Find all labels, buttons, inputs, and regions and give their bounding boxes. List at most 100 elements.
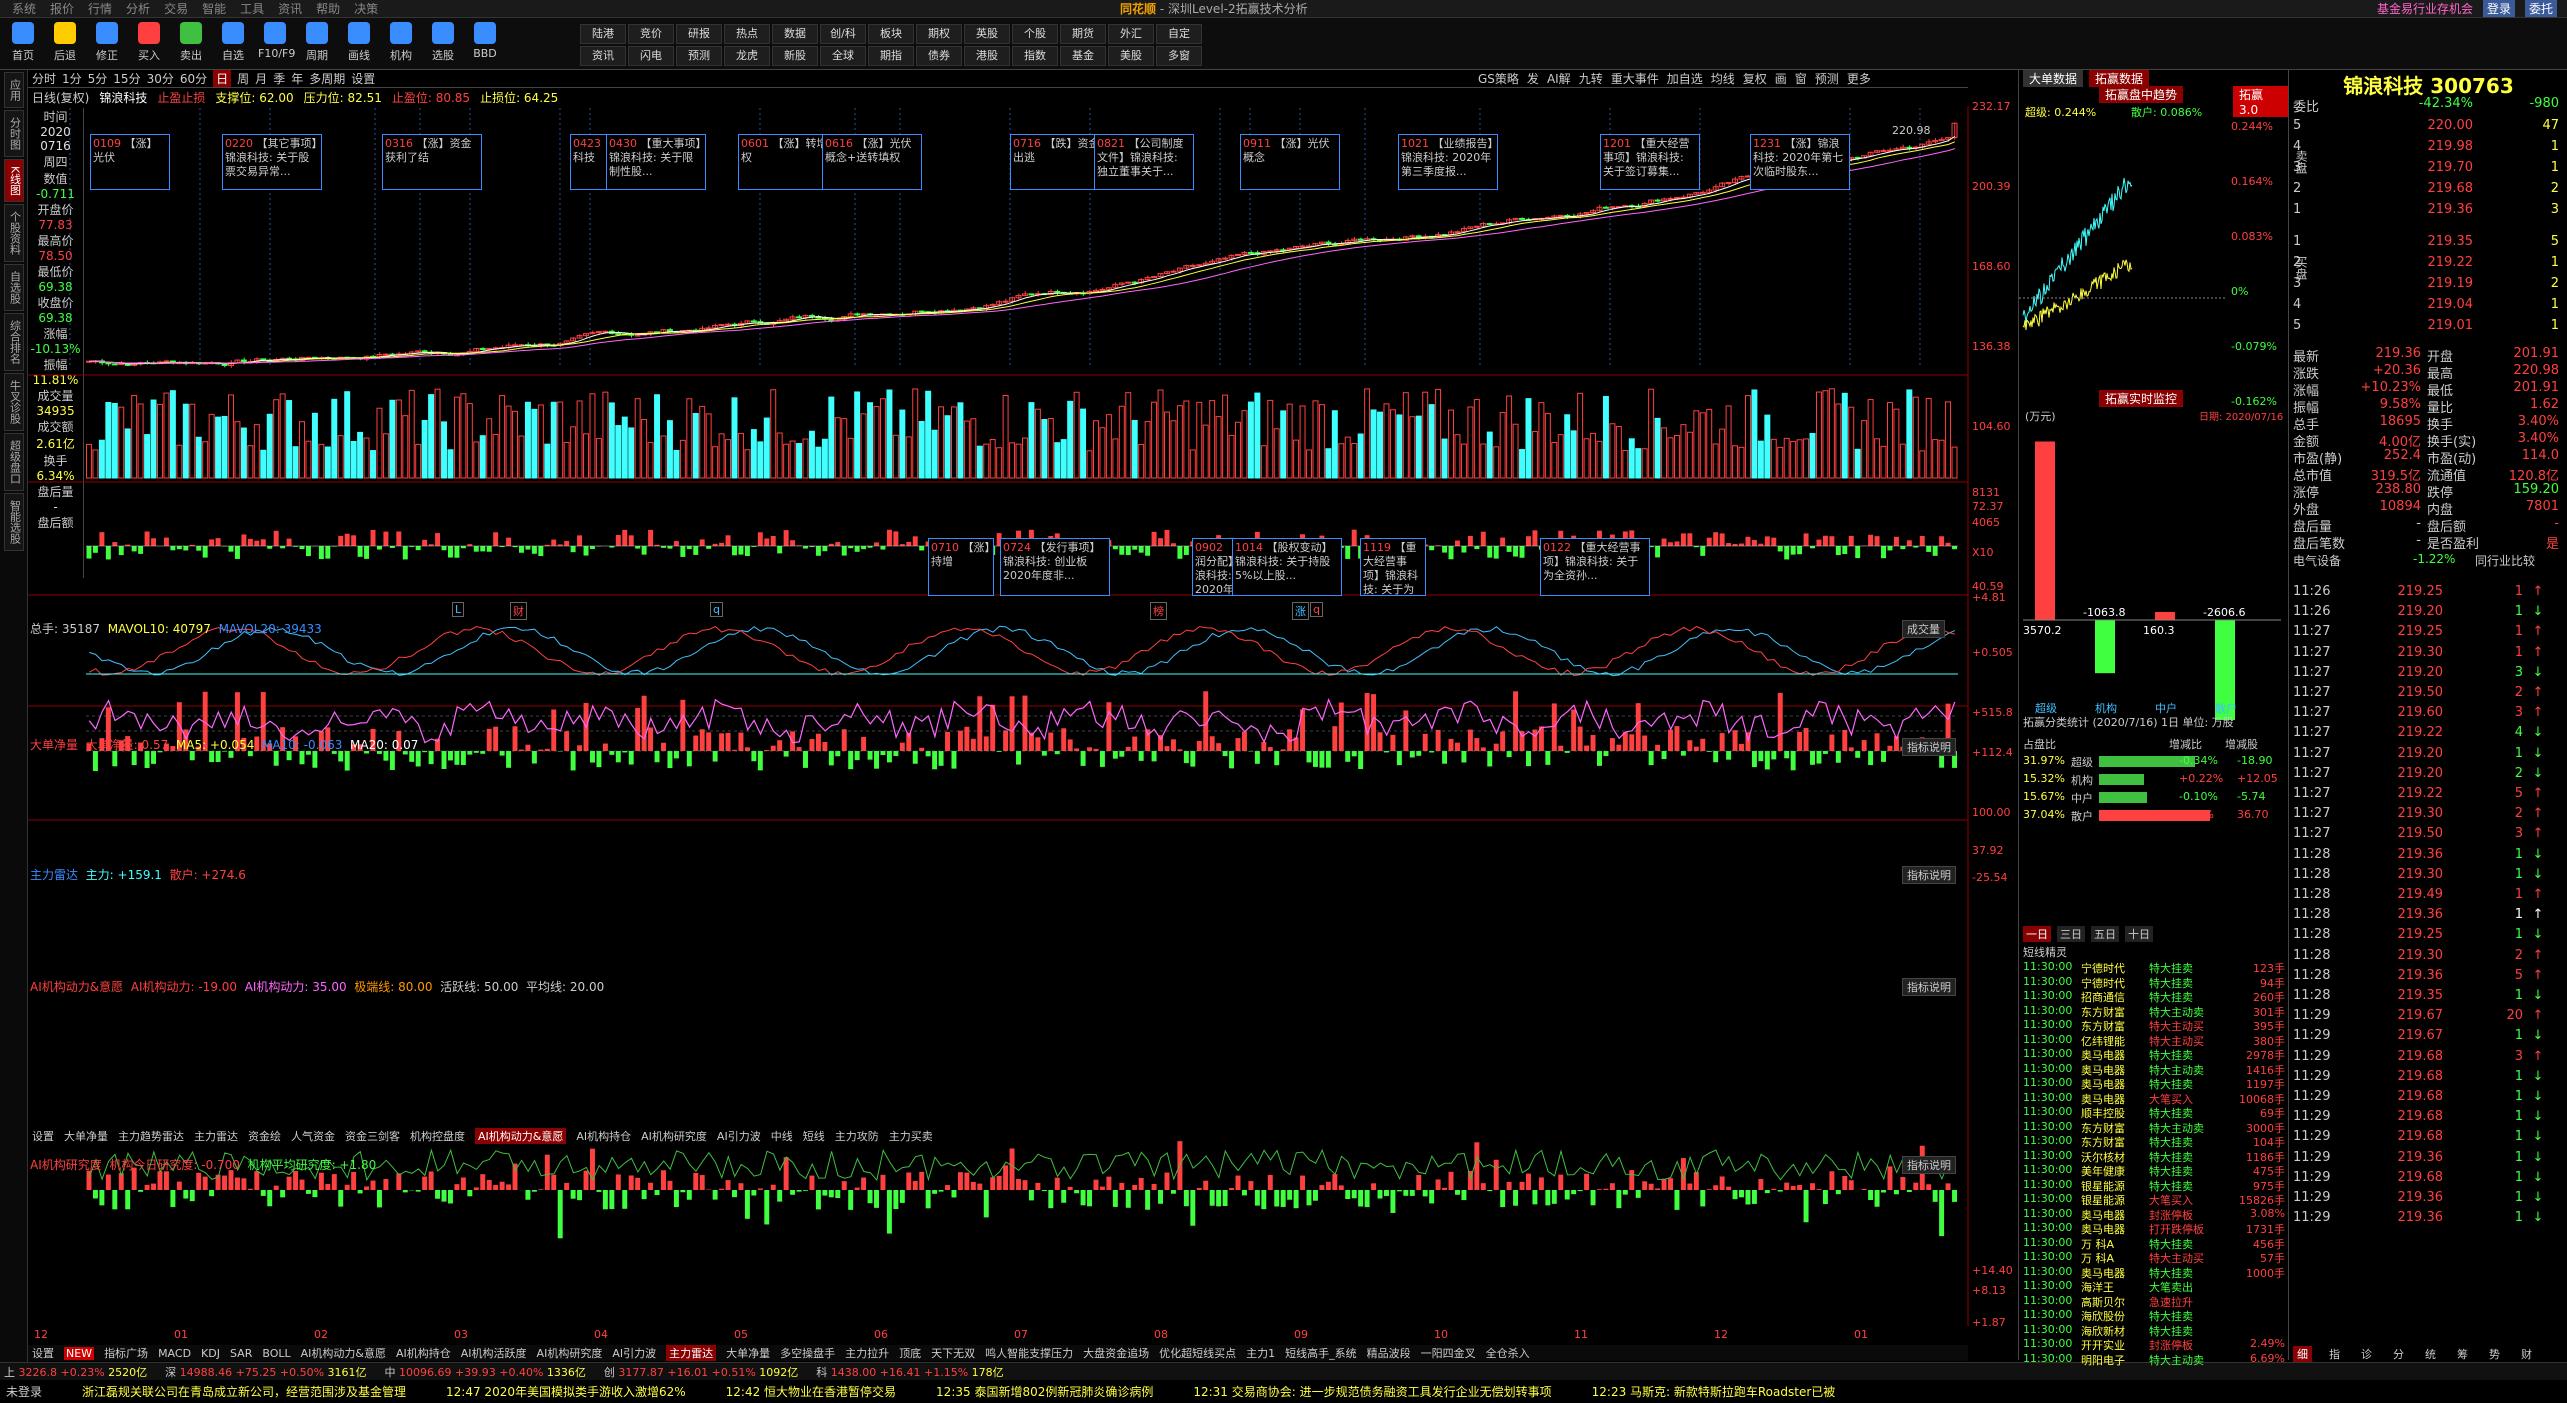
- indicator-tab[interactable]: 顶底: [899, 1345, 921, 1361]
- chart-tool-button[interactable]: 复权: [1743, 70, 1767, 87]
- chart-tool-button[interactable]: 均线: [1711, 70, 1735, 87]
- flow-row[interactable]: 11:30:00 万 科A 特大主动买 57手: [2023, 1250, 2285, 1265]
- toolbar-button[interactable]: BBD: [468, 22, 502, 66]
- flow-row[interactable]: 11:30:00 奥马电器 特大挂卖 2978手: [2023, 1047, 2285, 1062]
- event-annotation[interactable]: 0616 【涨】光伏概念+送转填权: [822, 134, 922, 190]
- indicator-tab[interactable]: 主力买卖: [889, 1128, 933, 1144]
- indicator-tab[interactable]: 大单净量: [64, 1128, 108, 1144]
- toolbar-button[interactable]: 周期: [300, 22, 334, 66]
- event-annotation[interactable]: 0430 【重大事项】锦浪科技: 关于限制性股...: [606, 134, 706, 190]
- indicator-tab[interactable]: NEW: [64, 1346, 95, 1360]
- flow-row[interactable]: 11:30:00 东方财富 特大主动卖 3000手: [2023, 1120, 2285, 1135]
- toolbar-quick-button[interactable]: 美股: [1108, 46, 1154, 66]
- left-tab[interactable]: 自选股: [3, 264, 24, 312]
- toolbar-quick-button[interactable]: 资讯: [580, 46, 626, 66]
- indicator-tab[interactable]: 鸣人智能支撑压力: [985, 1345, 1073, 1361]
- indicator-tab[interactable]: AI机构持仓: [576, 1128, 631, 1144]
- flow-row[interactable]: 11:30:00 高斯贝尔 急速拉升: [2023, 1294, 2285, 1309]
- menu-item[interactable]: 决策: [354, 0, 378, 17]
- indicator-tab[interactable]: 全仓杀入: [1486, 1345, 1530, 1361]
- toolbar-button[interactable]: 修正: [90, 22, 124, 66]
- chart-tool-button[interactable]: 重大事件: [1611, 70, 1659, 87]
- event-annotation[interactable]: 0109 【涨】光伏: [90, 134, 170, 190]
- ask-row[interactable]: 5 220.00 47: [2293, 118, 2563, 134]
- flow-row[interactable]: 11:30:00 奥马电器 封涨停板 3.08%: [2023, 1207, 2285, 1222]
- toolbar-quick-button[interactable]: 期权: [916, 24, 962, 44]
- toolbar-button[interactable]: 机构: [384, 22, 418, 66]
- quote-bottom-tab[interactable]: 势: [2485, 1346, 2504, 1362]
- range-tab[interactable]: 十日: [2125, 926, 2153, 942]
- toolbar-quick-button[interactable]: 个股: [1012, 24, 1058, 44]
- event-annotation[interactable]: 0122 【重大经营事项】锦浪科技: 关于为全资孙...: [1540, 538, 1650, 596]
- menu-item[interactable]: 行情: [88, 0, 112, 17]
- indicator-tab[interactable]: AI机构研究度: [641, 1128, 707, 1144]
- ask-row[interactable]: 1 219.36 3: [2293, 202, 2563, 218]
- event-annotation[interactable]: 1014 【股权变动】锦浪科技: 关于持股5%以上股...: [1232, 538, 1342, 596]
- range-tab[interactable]: 一日: [2023, 926, 2051, 942]
- flow-row[interactable]: 11:30:00 东方财富 特大主动买 395手: [2023, 1018, 2285, 1033]
- flow-row[interactable]: 11:30:00 银星能源 大笔买入 15826手: [2023, 1192, 2285, 1207]
- flow-row[interactable]: 11:30:00 奥马电器 打开跌停板 1731手: [2023, 1221, 2285, 1236]
- period-tab[interactable]: 多周期: [309, 70, 345, 87]
- flow-row[interactable]: 11:30:00 明阳电子 特大主动卖 6.69%: [2023, 1352, 2285, 1367]
- mid-panel-tab[interactable]: 拓赢数据: [2089, 70, 2150, 87]
- range-tab[interactable]: 三日: [2057, 926, 2085, 942]
- event-annotation[interactable]: 0220 【其它事项】锦浪科技: 关于股票交易异常...: [222, 134, 322, 190]
- chart-tool-button[interactable]: 加自选: [1667, 70, 1703, 87]
- event-marker[interactable]: 财: [510, 602, 527, 620]
- chart-tool-button[interactable]: 预测: [1815, 70, 1839, 87]
- flow-row[interactable]: 11:30:00 海欣股份 特大挂卖: [2023, 1308, 2285, 1323]
- indicator-tab[interactable]: AI引力波: [612, 1345, 656, 1361]
- indicator-tab[interactable]: 多空操盘手: [780, 1345, 835, 1361]
- stop-up-link[interactable]: 止盈止损: [157, 89, 205, 106]
- trade-button[interactable]: 委托: [2524, 0, 2557, 17]
- indicator-tab[interactable]: 设置: [32, 1128, 54, 1144]
- indicator-tab[interactable]: 主力攻防: [835, 1128, 879, 1144]
- toolbar-quick-button[interactable]: 板块: [868, 24, 914, 44]
- indicator-tab[interactable]: 资金三剑客: [345, 1128, 400, 1144]
- indicator-tab[interactable]: SAR: [230, 1347, 252, 1360]
- indicator-tab[interactable]: 优化超短线买点: [1159, 1345, 1236, 1361]
- event-annotation[interactable]: 0821 【公司制度文件】锦浪科技: 独立董事关于...: [1094, 134, 1194, 190]
- chart-tool-button[interactable]: AI解: [1547, 70, 1571, 87]
- period-tab[interactable]: 月: [255, 70, 267, 87]
- menu-item[interactable]: 资讯: [278, 0, 302, 17]
- news-ticker[interactable]: 未登录 浙江磊规关联公司在青岛成立新公司，经营范围涉及基金管理 12:47 2020…: [0, 1380, 2567, 1403]
- period-tab[interactable]: 年: [291, 70, 303, 87]
- event-annotation[interactable]: 0911 【涨】光伏概念: [1240, 134, 1340, 190]
- quote-bottom-tab[interactable]: 分: [2389, 1346, 2408, 1362]
- indicator-tab[interactable]: AI机构动力&意愿: [475, 1128, 567, 1144]
- toolbar-quick-button[interactable]: 新股: [772, 46, 818, 66]
- toolbar-quick-button[interactable]: 基金: [1060, 46, 1106, 66]
- bid-row[interactable]: 2 219.22 1: [2293, 255, 2563, 271]
- toolbar-button[interactable]: 选股: [426, 22, 460, 66]
- quote-bottom-tab[interactable]: 细: [2293, 1346, 2312, 1362]
- toolbar-button[interactable]: 卖出: [174, 22, 208, 66]
- toolbar-quick-button[interactable]: 全球: [820, 46, 866, 66]
- period-tab[interactable]: 30分: [147, 70, 174, 87]
- period-tab[interactable]: 分时: [32, 70, 56, 87]
- flow-row[interactable]: 11:30:00 宁德时代 特大挂卖 94手: [2023, 975, 2285, 990]
- range-tab[interactable]: 五日: [2091, 926, 2119, 942]
- period-tab[interactable]: 季: [273, 70, 285, 87]
- main-radar-help-button[interactable]: 指标说明: [1902, 866, 1956, 884]
- login-status[interactable]: 未登录: [6, 1383, 42, 1400]
- flow-row[interactable]: 11:30:00 奥马电器 特大挂卖 1000手: [2023, 1265, 2285, 1280]
- event-annotation[interactable]: 0316 【涨】资金获利了结: [382, 134, 482, 190]
- indicator-tab[interactable]: 指标广场: [104, 1345, 148, 1361]
- toolbar-quick-button[interactable]: 自定: [1156, 24, 1202, 44]
- toolbar-button[interactable]: F10/F9: [258, 22, 295, 66]
- flow-row[interactable]: 11:30:00 东方财富 特大挂卖 104手: [2023, 1134, 2285, 1149]
- toolbar-button[interactable]: 画线: [342, 22, 376, 66]
- flow-row[interactable]: 11:30:00 东方财富 特大主动卖 301手: [2023, 1004, 2285, 1019]
- promo-link[interactable]: 基金易行业存机会: [2377, 0, 2473, 17]
- menu-item[interactable]: 工具: [240, 0, 264, 17]
- toolbar-quick-button[interactable]: 研报: [676, 24, 722, 44]
- indicator-tab[interactable]: 中线: [771, 1128, 793, 1144]
- quote-bottom-tab[interactable]: 统: [2421, 1346, 2440, 1362]
- indicator-tab[interactable]: 主力趋势雷达: [118, 1128, 184, 1144]
- event-annotation[interactable]: 1021 【业绩报告】锦浪科技: 2020年第三季度报...: [1398, 134, 1498, 190]
- chart-tool-button[interactable]: 九转: [1579, 70, 1603, 87]
- index-item[interactable]: 创 3177.87 +16.01 +0.51% 1092亿: [604, 1364, 798, 1380]
- left-tab[interactable]: K线图: [3, 159, 24, 203]
